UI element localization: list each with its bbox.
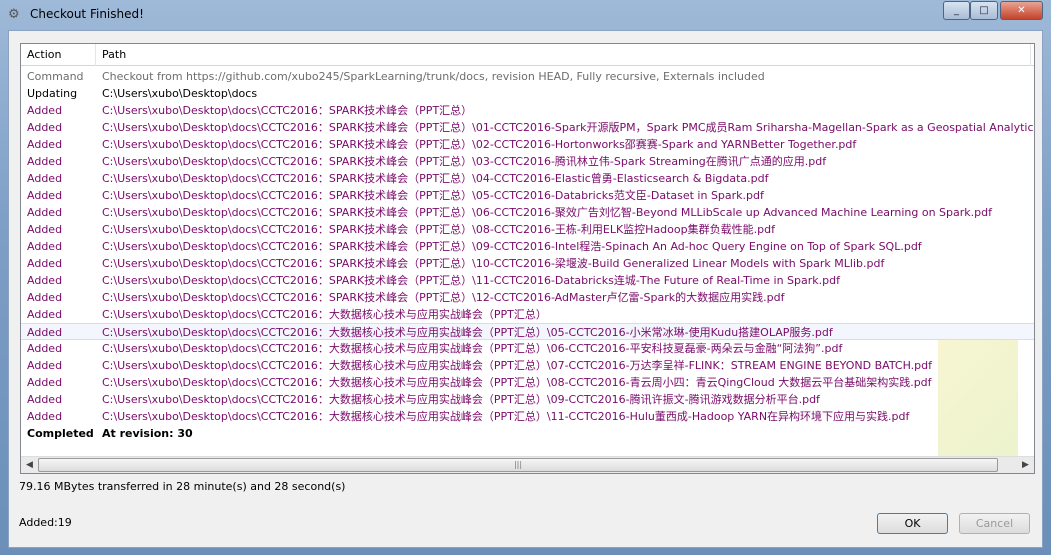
row-path: C:\Users\xubo\Desktop\docs\CCTC2016：大数据核… (102, 342, 843, 355)
row-path: C:\Users\xubo\Desktop\docs\CCTC2016：SPAR… (102, 104, 473, 117)
row-action: Added (27, 342, 63, 355)
tortoisesvn-icon: ⚙ (8, 7, 20, 22)
row-action: Added (27, 359, 63, 372)
list-row[interactable]: Added C:\Users\xubo\Desktop\docs\CCTC2016… (21, 255, 1034, 272)
list-row[interactable]: Completed At revision: 30 (21, 425, 1034, 442)
row-path: C:\Users\xubo\Desktop\docs (102, 87, 258, 100)
scroll-thumb[interactable]: ||| (38, 458, 998, 472)
list-row[interactable]: Added C:\Users\xubo\Desktop\docs\CCTC2016… (21, 289, 1034, 306)
list-row[interactable]: Added C:\Users\xubo\Desktop\docs\CCTC2016… (21, 340, 1034, 357)
row-path: C:\Users\xubo\Desktop\docs\CCTC2016：大数据核… (102, 359, 933, 372)
row-action: Added (27, 206, 63, 219)
row-path: C:\Users\xubo\Desktop\docs\CCTC2016：大数据核… (102, 308, 547, 321)
list-row[interactable]: Added C:\Users\xubo\Desktop\docs\CCTC2016… (21, 306, 1034, 323)
row-path: C:\Users\xubo\Desktop\docs\CCTC2016：SPAR… (102, 138, 857, 151)
minimize-button[interactable]: _ (943, 1, 970, 20)
ok-button[interactable]: OK (877, 513, 948, 534)
cancel-button[interactable]: Cancel (959, 513, 1030, 534)
list-row[interactable]: Added C:\Users\xubo\Desktop\docs\CCTC2016… (21, 170, 1034, 187)
row-action: Added (27, 155, 63, 168)
list-row[interactable]: Added C:\Users\xubo\Desktop\docs\CCTC2016… (21, 391, 1034, 408)
row-action: Added (27, 291, 63, 304)
row-path: C:\Users\xubo\Desktop\docs\CCTC2016：SPAR… (102, 155, 827, 168)
row-action: Command (27, 70, 84, 83)
list-row[interactable]: Command Checkout from https://github.com/… (21, 68, 1034, 85)
row-path: C:\Users\xubo\Desktop\docs\CCTC2016：SPAR… (102, 172, 769, 185)
row-path: C:\Users\xubo\Desktop\docs\CCTC2016：大数据核… (102, 393, 820, 406)
maximize-button[interactable]: □ (970, 1, 998, 20)
list-row[interactable]: Added C:\Users\xubo\Desktop\docs\CCTC2016… (21, 153, 1034, 170)
row-action: Added (27, 138, 63, 151)
row-action: Added (27, 189, 63, 202)
row-path: C:\Users\xubo\Desktop\docs\CCTC2016：SPAR… (102, 121, 1035, 134)
row-action: Added (27, 376, 63, 389)
row-action: Added (27, 274, 63, 287)
window-title: Checkout Finished! (30, 7, 144, 21)
list-row[interactable]: Added C:\Users\xubo\Desktop\docs\CCTC2016… (21, 136, 1034, 153)
list-row[interactable]: Added C:\Users\xubo\Desktop\docs\CCTC2016… (21, 272, 1034, 289)
list-row[interactable]: Added C:\Users\xubo\Desktop\docs\CCTC2016… (21, 221, 1034, 238)
row-path: C:\Users\xubo\Desktop\docs\CCTC2016：大数据核… (102, 326, 833, 339)
column-header-action[interactable]: Action (21, 44, 96, 66)
row-action: Added (27, 121, 63, 134)
row-path: C:\Users\xubo\Desktop\docs\CCTC2016：大数据核… (102, 410, 910, 423)
list-row[interactable]: Added C:\Users\xubo\Desktop\docs\CCTC2016… (21, 119, 1034, 136)
row-path: C:\Users\xubo\Desktop\docs\CCTC2016：SPAR… (102, 257, 885, 270)
list-row[interactable]: Updating C:\Users\xubo\Desktop\docs (21, 85, 1034, 102)
row-action: Added (27, 308, 63, 321)
list-rows: Command Checkout from https://github.com/… (21, 68, 1034, 442)
transfer-status: 79.16 MBytes transferred in 28 minute(s)… (19, 480, 346, 493)
row-action: Added (27, 172, 63, 185)
title-bar: ⚙ Checkout Finished! _ □ ✕ (0, 0, 1051, 30)
list-row[interactable]: Added C:\Users\xubo\Desktop\docs\CCTC2016… (21, 323, 1034, 340)
row-action: Added (27, 326, 63, 339)
list-row[interactable]: Added C:\Users\xubo\Desktop\docs\CCTC2016… (21, 374, 1034, 391)
horizontal-scrollbar[interactable]: ◀ ||| ▶ (21, 456, 1034, 473)
row-path: C:\Users\xubo\Desktop\docs\CCTC2016：SPAR… (102, 189, 764, 202)
row-path: Checkout from https://github.com/xubo245… (102, 70, 765, 83)
results-list[interactable]: Action Path Command Checkout from https:/… (20, 43, 1035, 474)
row-action: Added (27, 410, 63, 423)
list-row[interactable]: Added C:\Users\xubo\Desktop\docs\CCTC2016… (21, 357, 1034, 374)
row-path: C:\Users\xubo\Desktop\docs\CCTC2016：大数据核… (102, 376, 932, 389)
scroll-right-button[interactable]: ▶ (1017, 457, 1034, 473)
list-row[interactable]: Added C:\Users\xubo\Desktop\docs\CCTC2016… (21, 238, 1034, 255)
scroll-left-button[interactable]: ◀ (21, 457, 38, 473)
row-action: Added (27, 240, 63, 253)
row-action: Updating (27, 87, 78, 100)
row-path: C:\Users\xubo\Desktop\docs\CCTC2016：SPAR… (102, 274, 840, 287)
row-action: Completed (27, 427, 94, 440)
dialog-client: Action Path Command Checkout from https:/… (8, 30, 1043, 548)
row-path: C:\Users\xubo\Desktop\docs\CCTC2016：SPAR… (102, 291, 785, 304)
row-action: Added (27, 393, 63, 406)
row-action: Added (27, 104, 63, 117)
list-row[interactable]: Added C:\Users\xubo\Desktop\docs\CCTC2016… (21, 102, 1034, 119)
row-path: C:\Users\xubo\Desktop\docs\CCTC2016：SPAR… (102, 223, 775, 236)
list-header: Action Path (21, 44, 1034, 66)
row-path: C:\Users\xubo\Desktop\docs\CCTC2016：SPAR… (102, 206, 992, 219)
row-path: At revision: 30 (102, 427, 193, 440)
list-row[interactable]: Added C:\Users\xubo\Desktop\docs\CCTC2016… (21, 204, 1034, 221)
row-action: Added (27, 257, 63, 270)
list-row[interactable]: Added C:\Users\xubo\Desktop\docs\CCTC2016… (21, 187, 1034, 204)
row-path: C:\Users\xubo\Desktop\docs\CCTC2016：SPAR… (102, 240, 922, 253)
column-header-path[interactable]: Path (96, 44, 1031, 66)
added-count: Added:19 (19, 516, 72, 529)
close-button[interactable]: ✕ (1000, 1, 1043, 20)
list-row[interactable]: Added C:\Users\xubo\Desktop\docs\CCTC2016… (21, 408, 1034, 425)
row-action: Added (27, 223, 63, 236)
